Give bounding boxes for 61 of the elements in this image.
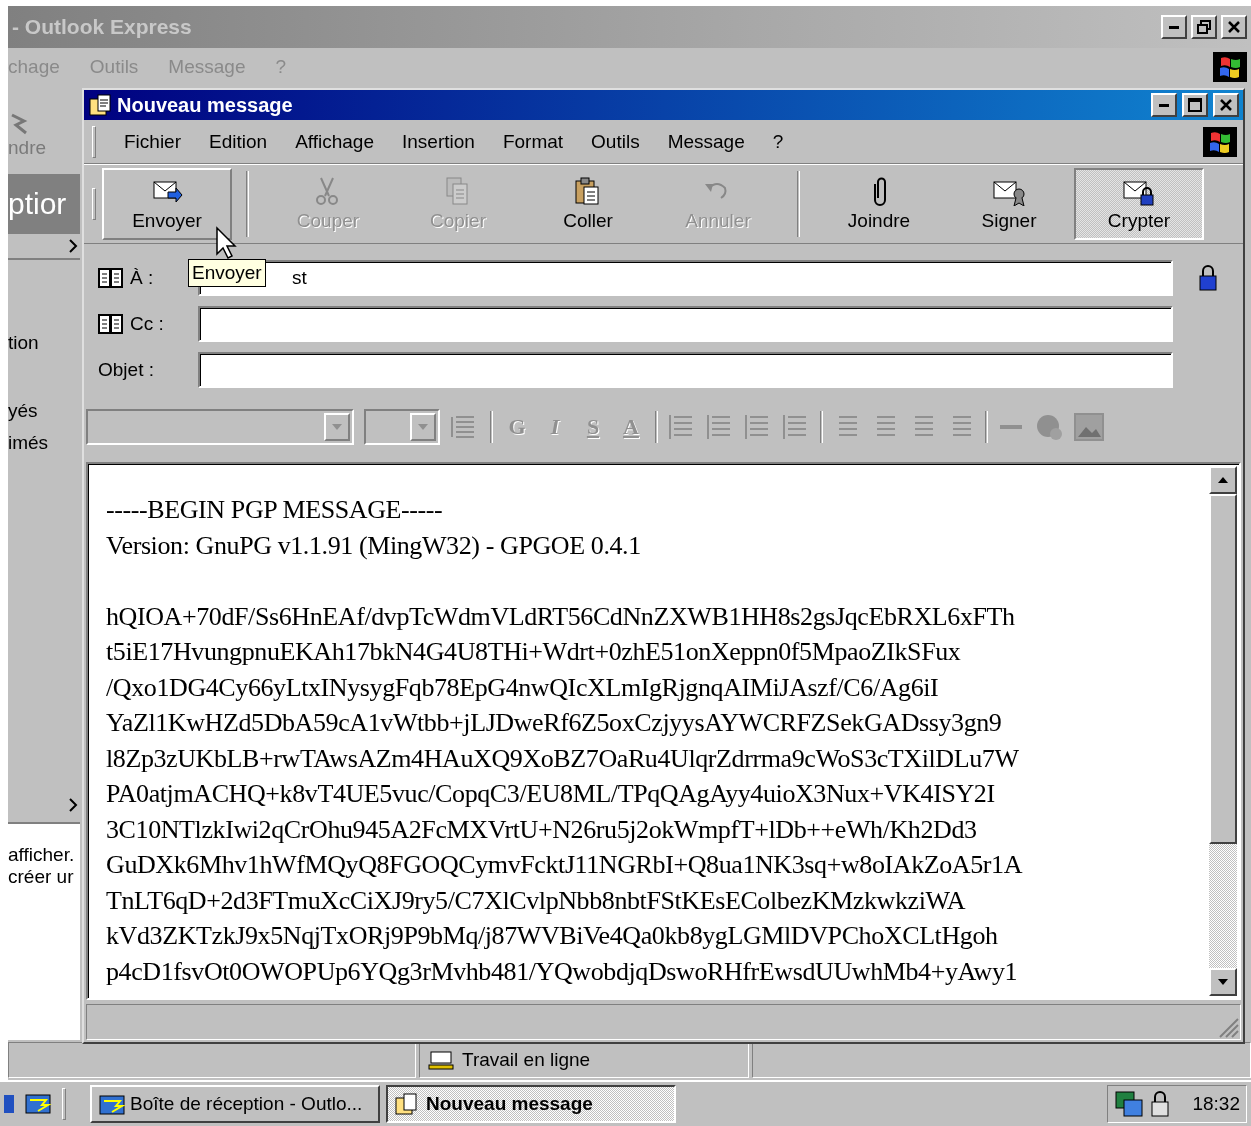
padlock-icon[interactable]: [1150, 1090, 1170, 1118]
restore-button[interactable]: [1191, 15, 1217, 39]
paperclip-icon: [871, 176, 887, 206]
logo-icon: [1203, 126, 1237, 157]
close-icon: [1219, 98, 1233, 112]
menu-item[interactable]: Outils: [591, 130, 640, 153]
scroll-up-button[interactable]: [1209, 466, 1237, 494]
menu-item[interactable]: ?: [772, 130, 784, 153]
field-label: Cc :: [130, 313, 164, 335]
field-label: À :: [130, 267, 154, 289]
logo-icon: [1213, 52, 1247, 82]
mail-app-icon[interactable]: [24, 1091, 54, 1117]
up-arrow-icon: [1217, 476, 1229, 484]
pane-title: ptior: [8, 187, 67, 221]
down-arrow-icon: [1217, 978, 1229, 986]
toolbar-button[interactable]: Signer: [944, 168, 1074, 240]
folder-item[interactable]: tion: [8, 332, 80, 354]
minimize-icon: [1159, 103, 1169, 107]
contacts-text: afficher.: [8, 844, 76, 866]
menu-item[interactable]: Affichage: [295, 130, 374, 153]
field-label: Objet :: [98, 359, 154, 381]
taskbar-button[interactable]: Boîte de réception - Outlo...: [90, 1085, 380, 1123]
envelope-page-icon: [88, 93, 112, 117]
folder-item[interactable]: yés: [8, 400, 80, 422]
restore-icon: [1197, 20, 1211, 34]
menu-item[interactable]: Insertion: [402, 130, 475, 153]
folder-item[interactable]: imés: [8, 432, 80, 454]
close-button[interactable]: [1221, 15, 1247, 39]
close-icon: [1227, 20, 1241, 34]
vertical-scrollbar[interactable]: [1209, 466, 1237, 996]
maximize-button[interactable]: [1182, 93, 1208, 117]
taskbar-button[interactable]: Nouveau message: [386, 1085, 676, 1123]
menu-item[interactable]: Edition: [209, 130, 268, 153]
maximize-icon: [1188, 98, 1202, 112]
window-title: Nouveau message: [117, 93, 294, 117]
menu-item[interactable]: Message: [667, 130, 745, 153]
minimize-icon: [1169, 25, 1179, 29]
address-book-icon[interactable]: [98, 313, 124, 335]
address-book-icon[interactable]: [98, 267, 124, 289]
contacts-text: créer ur: [8, 866, 75, 888]
minimize-button[interactable]: [1151, 93, 1177, 117]
minimize-button[interactable]: [1161, 15, 1187, 39]
status-text: Travail en ligne: [462, 1049, 591, 1071]
tooltip: Envoyer: [188, 259, 266, 287]
menu-item[interactable]: Format: [502, 130, 564, 153]
toolbar-button[interactable]: Joindre: [814, 168, 944, 240]
menu-item[interactable]: Fichier: [124, 130, 181, 153]
toolbar-button[interactable]: Crypter: [1074, 168, 1204, 240]
mail-app-icon: [98, 1092, 126, 1116]
chevron-right-icon[interactable]: [68, 239, 78, 253]
input-field[interactable]: [198, 306, 1173, 342]
clock: 18:32: [1192, 1093, 1240, 1115]
toolbar-button[interactable]: Coller: [523, 168, 653, 240]
scroll-down-button[interactable]: [1209, 968, 1237, 996]
close-button[interactable]: [1213, 93, 1239, 117]
toolbar-button[interactable]: Envoyer: [102, 168, 232, 240]
chevron-right-icon[interactable]: [68, 798, 78, 812]
input-field[interactable]: [198, 352, 1173, 388]
network-icon: [428, 1050, 454, 1070]
scroll-thumb[interactable]: [1209, 494, 1237, 844]
window-title: - Outlook Express: [12, 15, 193, 39]
